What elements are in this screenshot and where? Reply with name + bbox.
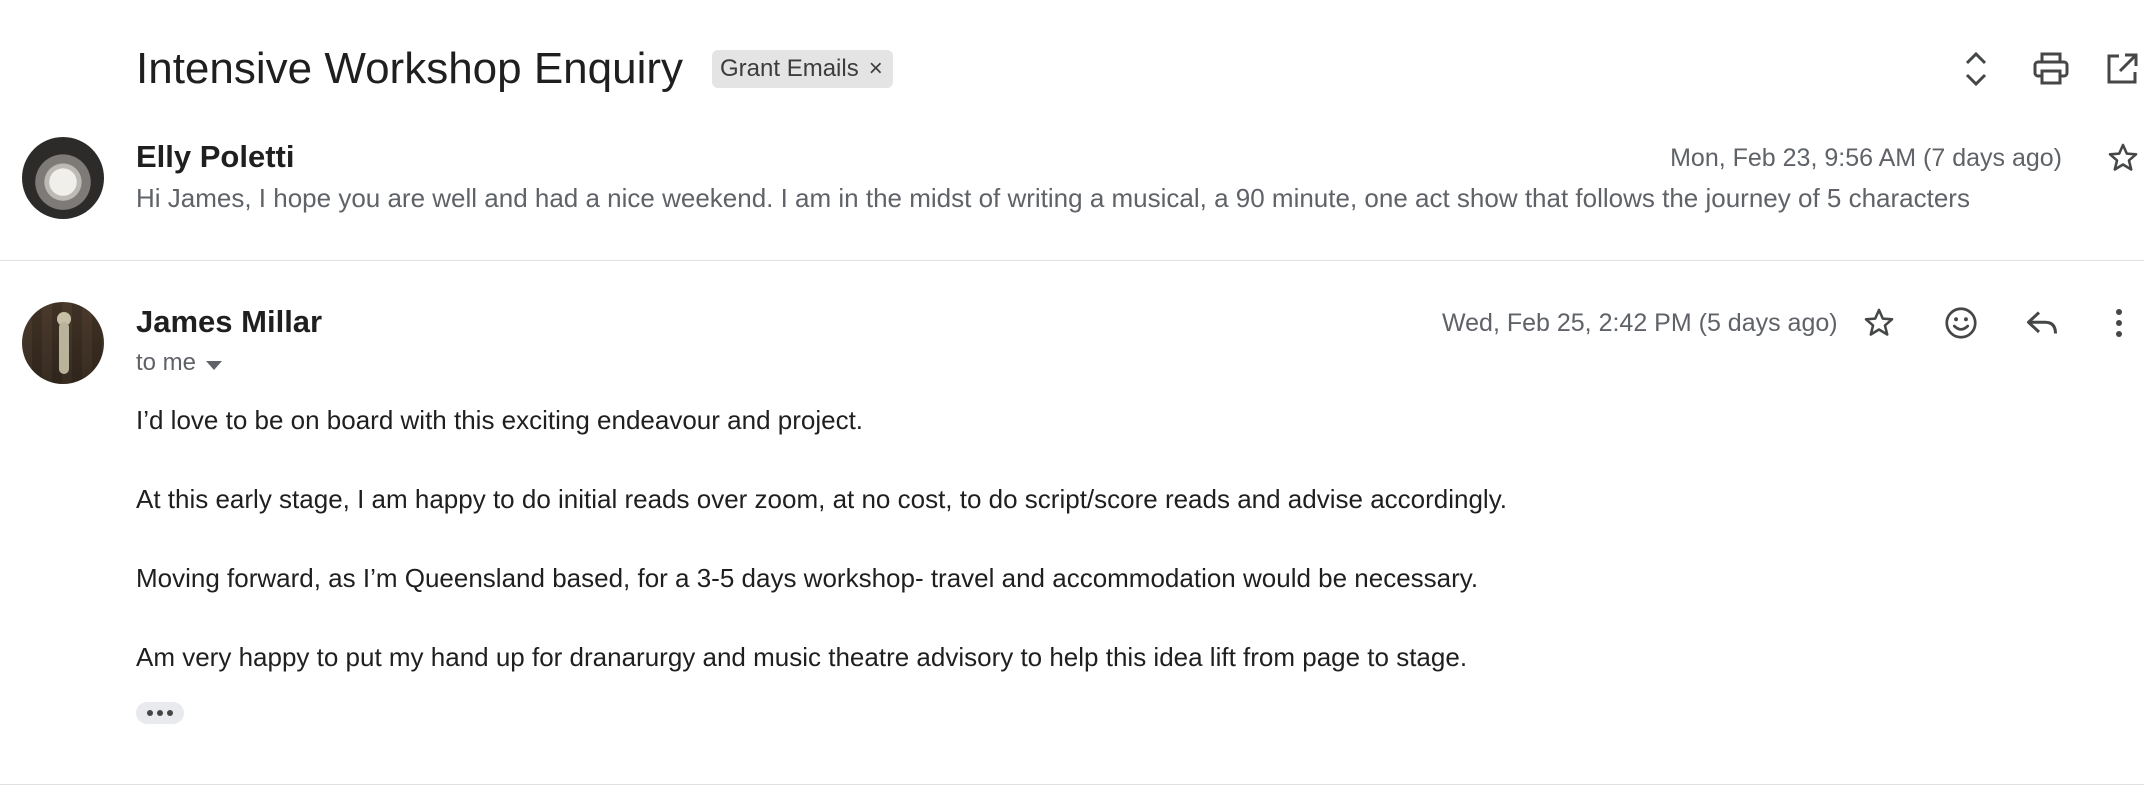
- label-chip-grant-emails[interactable]: Grant Emails ×: [712, 50, 893, 88]
- expand-collapse-icon[interactable]: [1954, 47, 1998, 91]
- recipient-details[interactable]: to me: [136, 349, 223, 377]
- emoji-react-icon[interactable]: [1935, 297, 1987, 349]
- sender-name[interactable]: James Millar: [136, 304, 322, 340]
- more-options-icon[interactable]: [2097, 297, 2141, 349]
- message-body-line: Moving forward, as I’m Queensland based,…: [136, 563, 1479, 593]
- message-date: Mon, Feb 23, 9:56 AM (7 days ago): [1670, 144, 2062, 172]
- message-divider: [0, 260, 2144, 261]
- star-icon[interactable]: [2097, 132, 2144, 184]
- message-snippet[interactable]: Hi James, I hope you are well and had a …: [136, 183, 1970, 214]
- sender-name[interactable]: Elly Poletti: [136, 139, 294, 175]
- chevron-down-icon[interactable]: [206, 360, 223, 370]
- recipient-text: to me: [136, 349, 197, 376]
- remove-label-button[interactable]: ×: [869, 57, 883, 81]
- show-trimmed-content-button[interactable]: [136, 702, 184, 724]
- message-date: Wed, Feb 25, 2:42 PM (5 days ago): [1442, 309, 1838, 337]
- reply-icon[interactable]: [2016, 297, 2068, 349]
- message-body-line: I’d love to be on board with this exciti…: [136, 405, 864, 435]
- avatar-james-millar: [22, 302, 104, 384]
- message-body-line: Am very happy to put my hand up for dran…: [136, 642, 1468, 672]
- thread-subject: Intensive Workshop Enquiry: [136, 44, 684, 93]
- print-icon[interactable]: [2029, 47, 2073, 91]
- avatar-elly-poletti: [22, 137, 104, 219]
- open-in-new-window-icon[interactable]: [2100, 47, 2144, 91]
- label-chip-text: Grant Emails: [720, 55, 859, 82]
- message-body-line: At this early stage, I am happy to do in…: [136, 484, 1507, 514]
- star-icon[interactable]: [1853, 297, 1905, 349]
